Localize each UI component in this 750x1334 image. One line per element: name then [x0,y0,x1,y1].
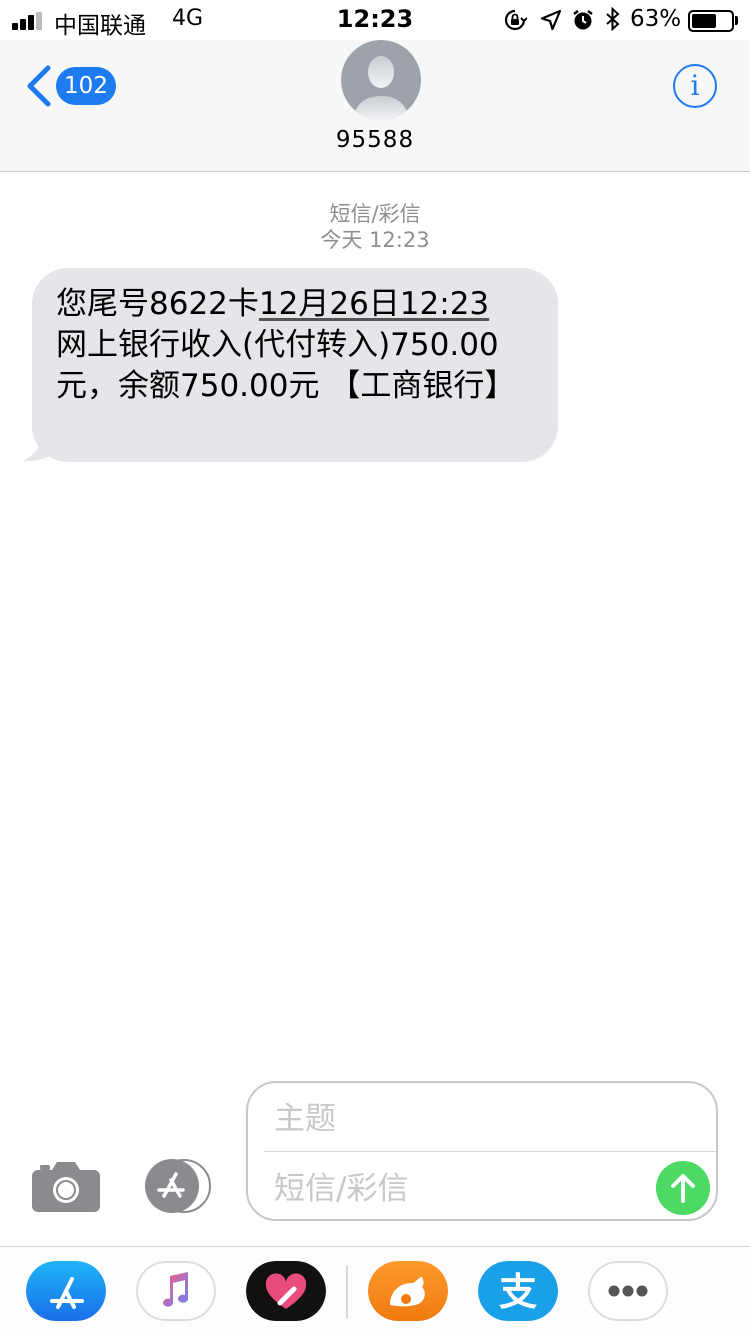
battery-icon [688,10,734,32]
alipay-glyph: 支 [499,1270,537,1314]
message-text-rest: 网上银行收入(代付转入)750.00元，余额750.00元 【工商银行】 [56,327,516,404]
contact-name[interactable]: 95588 [0,127,750,153]
subject-input[interactable]: 主题 [274,1093,694,1145]
message-timestamp: 今天 12:23 [320,228,430,252]
battery-tip [735,16,738,25]
compose-divider [264,1151,716,1152]
message-input[interactable]: 短信/彩信 [274,1163,634,1215]
location-arrow-icon [540,9,562,31]
music-icon[interactable] [136,1261,216,1321]
heart-app-icon[interactable] [246,1261,326,1321]
contact-avatar[interactable] [341,40,421,120]
uc-browser-icon[interactable] [368,1261,448,1321]
alarm-icon [573,10,593,30]
battery-fill [692,14,716,28]
messages-screen: 中国联通 4G 12:23 63% 102 95588 i 短信/彩信 今天 1… [0,0,750,1334]
person-silhouette-icon [353,56,409,120]
send-arrow-icon[interactable] [656,1161,710,1215]
status-bar: 中国联通 4G 12:23 63% [0,0,750,40]
message-date-link[interactable]: 12月26日12:23 [259,286,489,322]
app-store-icon[interactable] [26,1261,106,1321]
received-message-bubble[interactable]: 您尾号8622卡12月26日12:23 网上银行收入(代付转入)750.00元，余… [32,268,558,462]
conversation-header: 102 95588 i [0,40,750,172]
battery-percent: 63% [630,6,682,32]
rotation-lock-icon [504,9,527,31]
bluetooth-icon [606,7,620,31]
message-text-start: 您尾号8622卡 [56,286,259,322]
camera-icon[interactable] [32,1160,100,1212]
drawer-divider [346,1265,348,1319]
app-drawer: 支 [0,1246,750,1334]
compose-box: 主题 短信/彩信 [246,1081,718,1221]
app-store-drawer-icon[interactable] [140,1158,214,1214]
info-button[interactable]: i [673,64,717,108]
unread-count-badge[interactable]: 102 [56,67,116,105]
more-icon[interactable] [588,1261,668,1321]
alipay-icon[interactable]: 支 [478,1261,558,1321]
back-chevron-icon[interactable] [22,64,54,108]
